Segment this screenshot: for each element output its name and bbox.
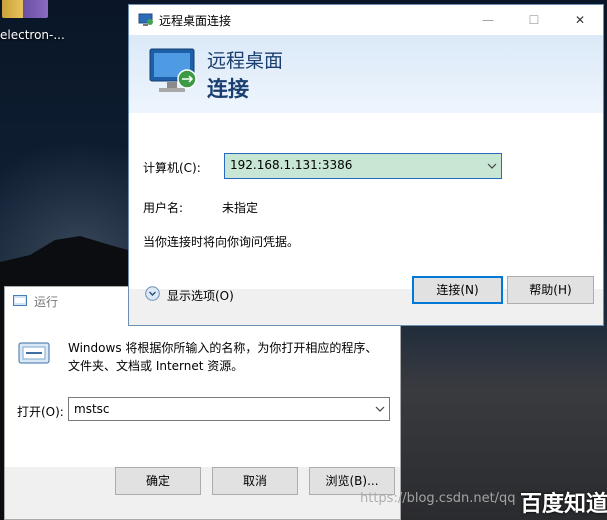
open-label: 打开(O): [17,405,64,419]
username-value: 未指定 [222,201,259,215]
run-description: Windows 将根据你所输入的名称，为你打开相应的程序、 文件夹、文档或 In… [68,339,388,375]
run-description-line2: 文件夹、文档或 Internet 资源。 [68,359,244,373]
rdp-footer: 显示选项(O) 连接(N) 帮助(H) [129,276,603,325]
archive-icon [2,0,48,18]
ok-button[interactable]: 确定 [115,467,201,495]
csdn-watermark: https://blog.csdn.net/qq [360,491,516,506]
show-options-link[interactable]: 显示选项(O) [167,287,234,304]
minimize-button[interactable]: — [465,5,511,35]
help-button[interactable]: 帮助(H) [507,276,594,304]
baidu-brand-watermark: 百度知道 [520,492,607,517]
desktop-icon-label: electron-... [0,28,65,42]
banner-title-line1: 远程桌面 [207,50,284,72]
banner-title-line2: 连接 [207,77,249,101]
maximize-button[interactable]: ☐ [511,5,557,35]
chevron-down-icon[interactable] [371,398,389,420]
desktop-file-icon[interactable]: electron-... [0,0,65,48]
username-label: 用户名: [143,201,184,215]
remote-desktop-icon [149,48,197,92]
computer-label: 计算机(C): [143,161,201,175]
credentials-note: 当你连接时将向你询问凭据。 [143,235,300,249]
connect-button[interactable]: 连接(N) [412,276,503,304]
open-input-value[interactable]: mstsc [74,402,110,416]
rdp-app-icon [138,13,153,26]
rdp-content: 计算机(C): 192.168.1.131:3386 用户名: 未指定 当你连接… [129,113,603,289]
chevron-down-icon[interactable] [483,154,501,178]
computer-combobox[interactable]: 192.168.1.131:3386 [224,153,502,179]
rdp-title: 远程桌面连接 [159,14,232,28]
remote-desktop-dialog: 远程桌面连接 — ☐ ✕ 远程桌面 连接 计算机(C): 192.168.1.1… [128,4,604,326]
run-title: 运行 [34,295,59,309]
cancel-button[interactable]: 取消 [212,467,298,495]
run-app-icon [13,295,27,306]
computer-input-value[interactable]: 192.168.1.131:3386 [230,158,352,172]
rdp-banner: 远程桌面 连接 [129,35,603,113]
close-button[interactable]: ✕ [557,5,603,35]
expand-options-icon[interactable] [145,286,160,301]
run-program-icon [18,342,50,364]
run-body [5,315,400,467]
open-combobox[interactable]: mstsc [68,397,390,421]
run-description-line1: Windows 将根据你所输入的名称，为你打开相应的程序、 [68,341,378,355]
rdp-titlebar[interactable]: 远程桌面连接 — ☐ ✕ [129,5,603,35]
